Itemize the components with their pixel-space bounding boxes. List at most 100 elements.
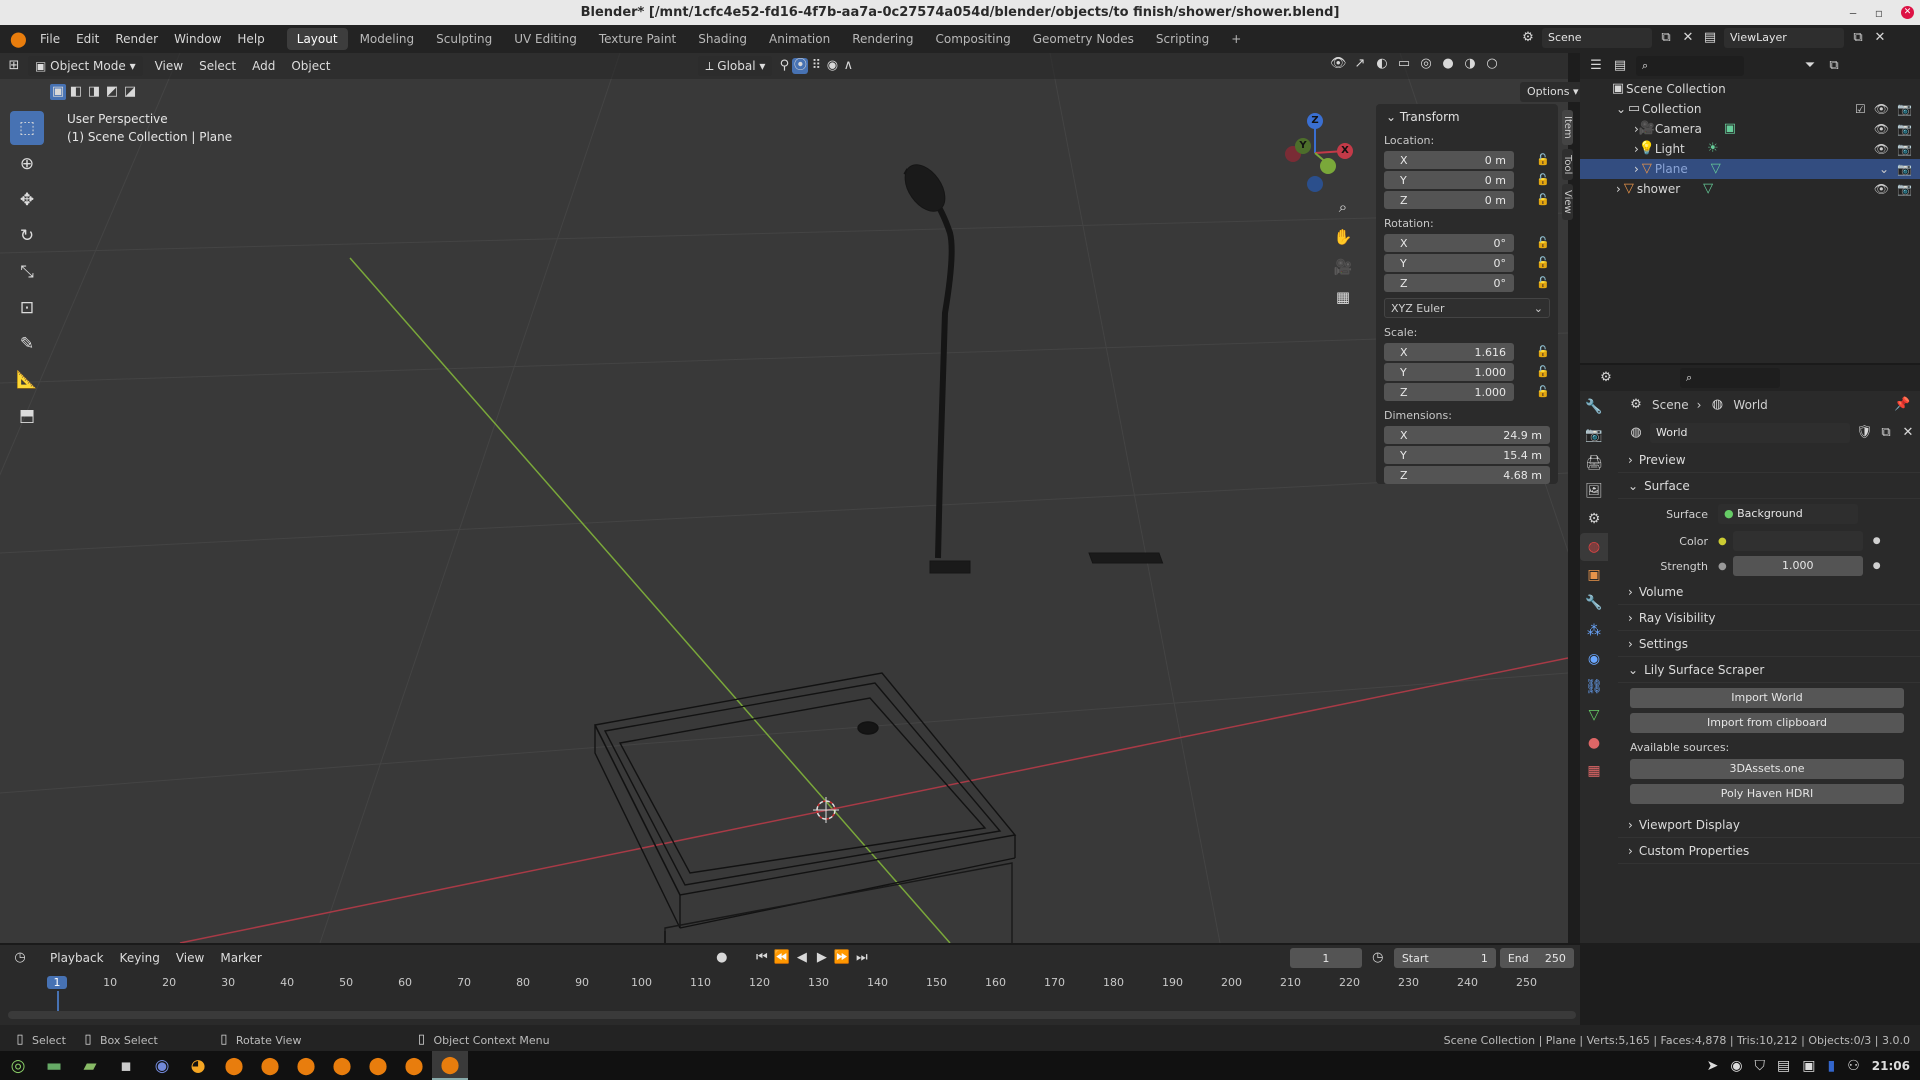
- jump-start-icon[interactable]: ⏮: [754, 950, 770, 966]
- blender-app-icon[interactable]: ⬤: [360, 1051, 396, 1080]
- location-y-field[interactable]: Y 0 m: [1384, 171, 1514, 189]
- solid-shading-icon[interactable]: ●: [1440, 56, 1456, 72]
- select-new-icon[interactable]: ▣: [50, 84, 66, 100]
- scale-x-field[interactable]: X 1.616: [1384, 343, 1514, 361]
- gizmo-x-icon[interactable]: X: [1337, 143, 1353, 159]
- perspective-grid-icon[interactable]: ▦: [1330, 284, 1356, 310]
- lock-icon[interactable]: 🔓: [1536, 236, 1550, 249]
- prev-keyframe-icon[interactable]: ⏪: [774, 950, 790, 966]
- gizmo-z-icon[interactable]: Z: [1307, 113, 1323, 129]
- menu-select[interactable]: Select: [191, 59, 244, 73]
- outliner-scene-collection[interactable]: ▣ Scene Collection: [1580, 79, 1920, 99]
- tab-tool[interactable]: Tool: [1562, 148, 1573, 181]
- measure-tool-icon[interactable]: 📐: [10, 363, 44, 397]
- transform-header[interactable]: ⌄ Transform: [1376, 104, 1558, 130]
- section-ray-visibility[interactable]: › Ray Visibility: [1618, 605, 1920, 631]
- cursor-tool-icon[interactable]: ⊕: [10, 147, 44, 181]
- gizmo-y-icon[interactable]: [1320, 158, 1336, 174]
- clock[interactable]: 21:06: [1872, 1059, 1910, 1073]
- outliner-search-input[interactable]: ⌕: [1636, 56, 1744, 76]
- blender-app-icon[interactable]: ⬤: [432, 1051, 468, 1080]
- annotate-tool-icon[interactable]: ✎: [10, 327, 44, 361]
- tab-rendering[interactable]: Rendering: [842, 28, 923, 50]
- lock-icon[interactable]: 🔓: [1536, 256, 1550, 269]
- new-collection-icon[interactable]: ⧉: [1826, 58, 1842, 74]
- tab-item[interactable]: Item: [1562, 110, 1573, 145]
- source-3dassets-button[interactable]: 3DAssets.one: [1630, 759, 1904, 779]
- tab-modeling[interactable]: Modeling: [350, 28, 425, 50]
- editor-type-icon[interactable]: ◷: [12, 950, 28, 966]
- menu-object[interactable]: Object: [283, 59, 338, 73]
- files-icon[interactable]: ▰: [72, 1051, 108, 1080]
- select-subtract-icon[interactable]: ◨: [86, 84, 102, 100]
- section-preview[interactable]: › Preview: [1618, 447, 1920, 473]
- texture-properties-icon[interactable]: ▦: [1580, 757, 1608, 785]
- tab-texture-paint[interactable]: Texture Paint: [589, 28, 686, 50]
- checkbox-icon[interactable]: ☑: [1855, 102, 1866, 116]
- section-volume[interactable]: › Volume: [1618, 579, 1920, 605]
- blender-app-icon[interactable]: ⬤: [396, 1051, 432, 1080]
- menu-keying[interactable]: Keying: [112, 951, 168, 965]
- section-custom-properties[interactable]: › Custom Properties: [1618, 838, 1920, 864]
- next-keyframe-icon[interactable]: ⏩: [834, 950, 850, 966]
- world-name-field[interactable]: World: [1650, 423, 1850, 443]
- discord-icon[interactable]: ◉: [144, 1051, 180, 1080]
- blender-app-icon[interactable]: ⬤: [288, 1051, 324, 1080]
- playhead[interactable]: 1: [47, 976, 67, 989]
- fake-user-icon[interactable]: 🛡: [1856, 425, 1873, 441]
- data-properties-icon[interactable]: ▽: [1580, 701, 1608, 729]
- section-lily-surface-scraper[interactable]: ⌄ Lily Surface Scraper: [1618, 657, 1920, 683]
- eye-icon[interactable]: 👁: [1874, 122, 1889, 136]
- flag-icon[interactable]: ▮: [1828, 1058, 1836, 1074]
- scene-icon[interactable]: ⚙: [1520, 30, 1536, 46]
- jump-end-icon[interactable]: ⏭: [854, 950, 870, 966]
- pin-icon[interactable]: 📌: [1894, 397, 1910, 413]
- mint-menu-icon[interactable]: ◎: [0, 1051, 36, 1080]
- lock-icon[interactable]: 🔓: [1536, 153, 1550, 166]
- xray-icon[interactable]: ▭: [1396, 56, 1412, 72]
- current-frame-field[interactable]: 1: [1289, 948, 1362, 968]
- delete-scene-icon[interactable]: ✕: [1680, 30, 1696, 46]
- close-icon[interactable]: ✕: [1901, 6, 1914, 19]
- unlink-icon[interactable]: ✕: [1900, 425, 1916, 441]
- lock-icon[interactable]: 🔓: [1536, 193, 1550, 206]
- tab-scripting[interactable]: Scripting: [1146, 28, 1219, 50]
- lock-icon[interactable]: 🔓: [1536, 276, 1550, 289]
- tab-geometry-nodes[interactable]: Geometry Nodes: [1023, 28, 1144, 50]
- eye-icon[interactable]: 👁: [1874, 182, 1889, 196]
- select-box-tool-icon[interactable]: ⬚: [10, 111, 44, 145]
- tab-animation[interactable]: Animation: [759, 28, 840, 50]
- plane-object[interactable]: [593, 672, 1017, 943]
- outliner-item-shower[interactable]: › ▽ shower ▽ 👁 📷: [1580, 179, 1920, 199]
- record-icon[interactable]: ●: [714, 950, 730, 966]
- transform-tool-icon[interactable]: ⊡: [10, 291, 44, 325]
- outliner-item-camera[interactable]: › 🎥 Camera ▣ 👁 📷: [1580, 119, 1920, 139]
- tab-compositing[interactable]: Compositing: [925, 28, 1020, 50]
- navigation-gizmo[interactable]: Z X Y: [1270, 108, 1360, 198]
- menu-playback[interactable]: Playback: [42, 951, 112, 965]
- camera-render-icon[interactable]: 📷: [1897, 182, 1912, 196]
- tool-properties-icon[interactable]: 🔧: [1580, 393, 1608, 421]
- pan-hand-icon[interactable]: ✋: [1330, 224, 1356, 250]
- color-swatch[interactable]: [1732, 531, 1863, 551]
- section-surface[interactable]: ⌄ Surface: [1618, 473, 1920, 499]
- delete-view-layer-icon[interactable]: ✕: [1872, 30, 1888, 46]
- menu-marker[interactable]: Marker: [212, 951, 269, 965]
- rendered-shading-icon[interactable]: ○: [1484, 56, 1500, 72]
- scale-y-field[interactable]: Y 1.000: [1384, 363, 1514, 381]
- section-viewport-display[interactable]: › Viewport Display: [1618, 812, 1920, 838]
- shower-object[interactable]: [897, 158, 1164, 574]
- proportional-edit-icon[interactable]: ◉: [824, 58, 840, 74]
- overlay-icon[interactable]: ◐: [1374, 56, 1390, 72]
- source-polyhaven-button[interactable]: Poly Haven HDRI: [1630, 784, 1904, 804]
- material-properties-icon[interactable]: ●: [1580, 729, 1608, 757]
- particles-properties-icon[interactable]: ⁂: [1580, 617, 1608, 645]
- scale-z-field[interactable]: Z 1.000: [1384, 383, 1514, 401]
- material-shading-icon[interactable]: ◑: [1462, 56, 1478, 72]
- rotate-tool-icon[interactable]: ↻: [10, 219, 44, 253]
- view-layer-icon[interactable]: ▤: [1702, 30, 1718, 46]
- outliner-item-plane[interactable]: › ▽ Plane ▽ ⌄ 📷: [1580, 159, 1920, 179]
- menu-view[interactable]: View: [147, 59, 191, 73]
- camera-render-icon[interactable]: 📷: [1897, 162, 1912, 176]
- physics-properties-icon[interactable]: ◉: [1580, 645, 1608, 673]
